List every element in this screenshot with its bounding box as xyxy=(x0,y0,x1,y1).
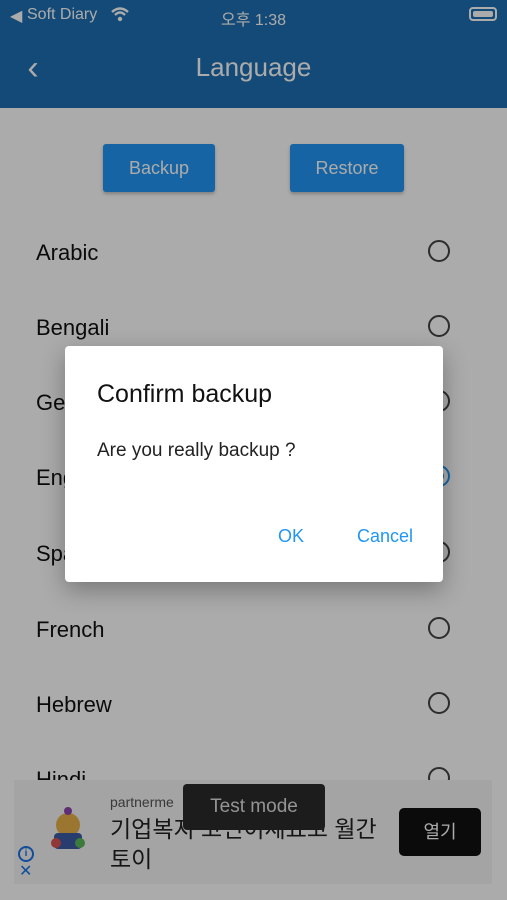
dialog-title: Confirm backup xyxy=(97,380,273,408)
confirm-backup-dialog: Confirm backup Are you really backup ? O… xyxy=(65,346,443,582)
ok-button[interactable]: OK xyxy=(278,526,304,547)
cancel-button[interactable]: Cancel xyxy=(357,526,413,547)
dialog-message: Are you really backup ? xyxy=(97,440,296,461)
